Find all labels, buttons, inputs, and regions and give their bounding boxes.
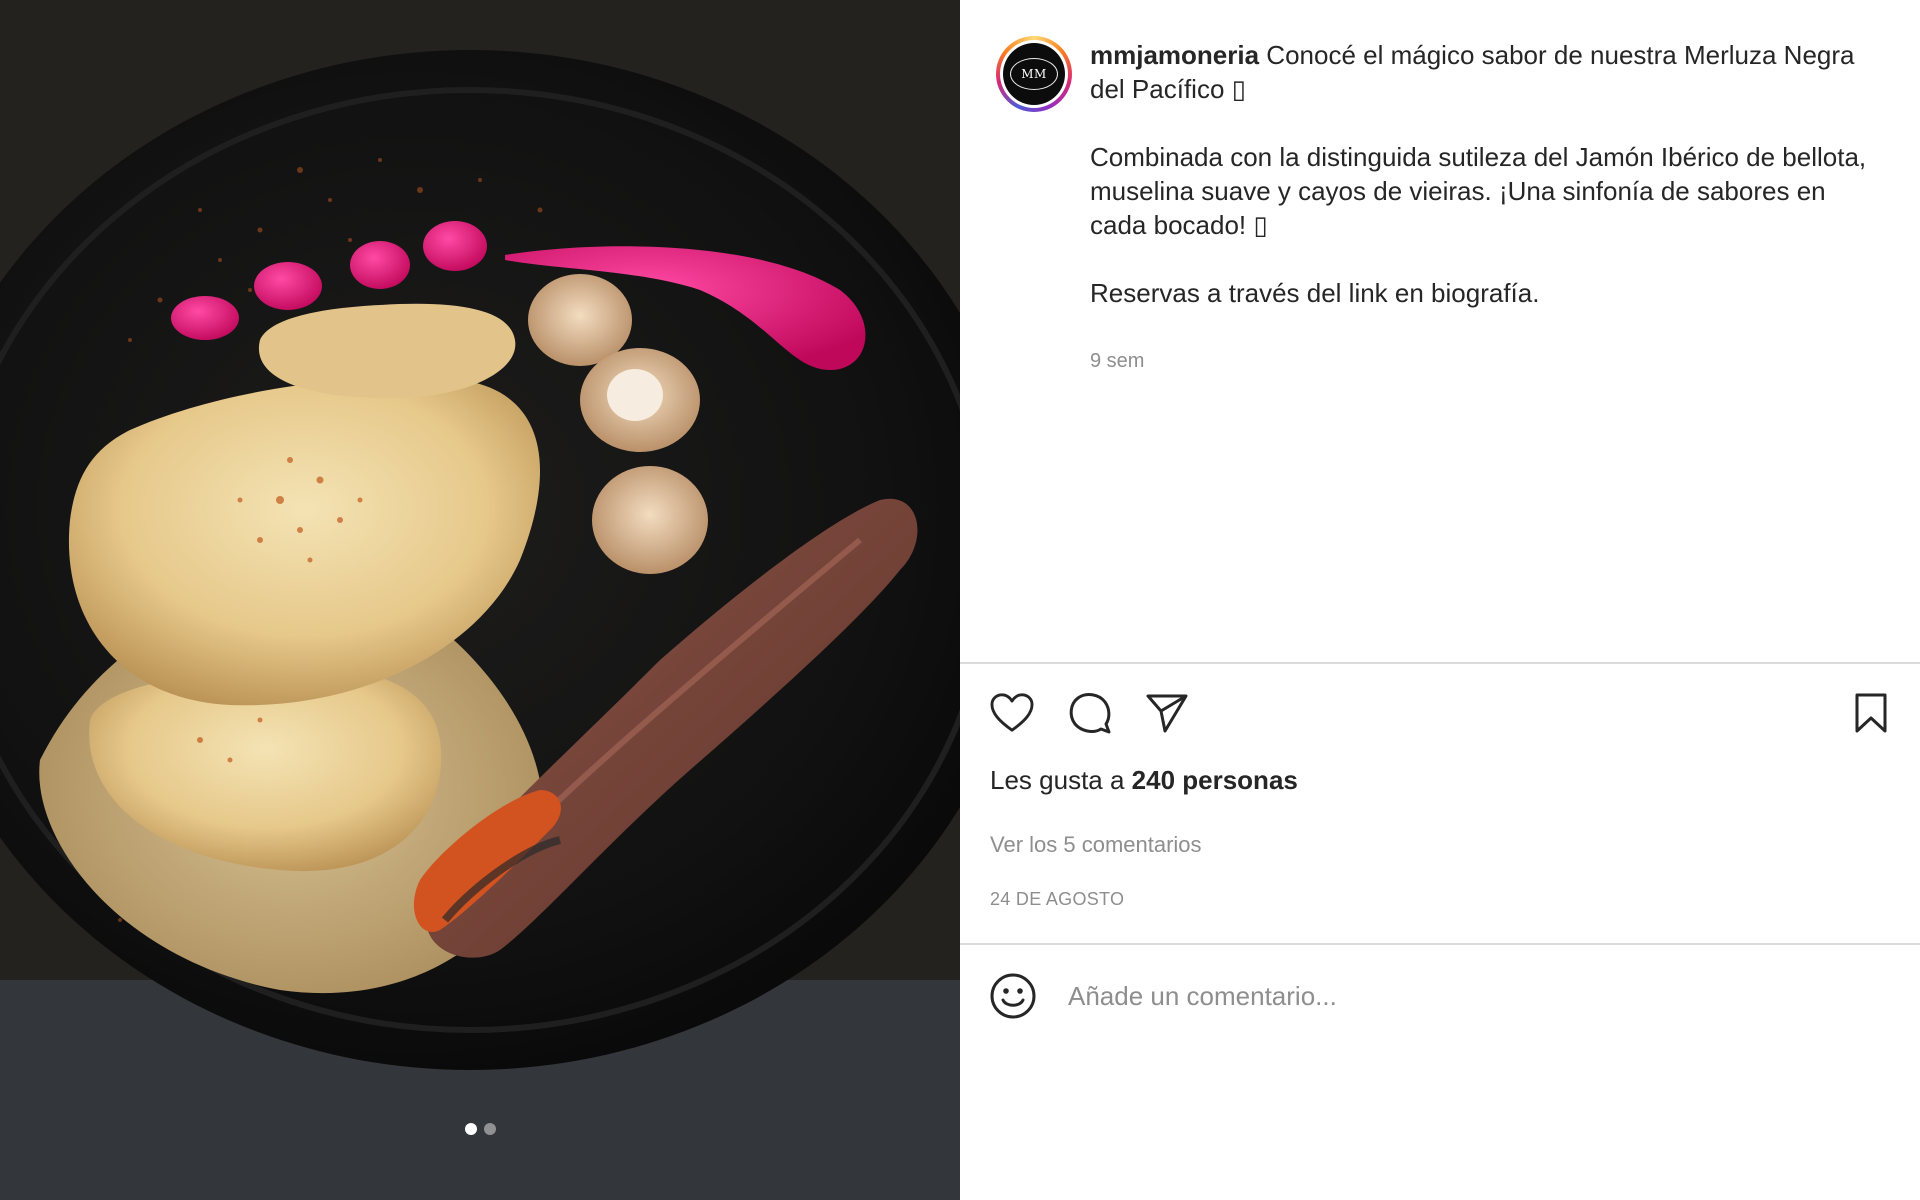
caption: mmjamoneria Conocé el mágico sabor de nu… bbox=[1090, 38, 1870, 310]
caption-timestamp: 9 sem bbox=[1090, 350, 1145, 372]
instagram-post: MM mmjamoneria Conocé el mágico sabor de… bbox=[0, 0, 1920, 1200]
likes-prefix: Les gusta a bbox=[990, 765, 1132, 795]
caption-paragraph: Reservas a través del link en biografía. bbox=[1090, 278, 1540, 308]
send-icon bbox=[1146, 694, 1188, 733]
username-link[interactable]: mmjamoneria bbox=[1090, 40, 1259, 70]
avatar-logo: MM bbox=[1010, 58, 1058, 90]
heart-icon bbox=[990, 693, 1034, 732]
comment-box bbox=[960, 945, 1920, 1043]
carousel-dot bbox=[483, 1123, 496, 1135]
bookmark-icon bbox=[1855, 693, 1887, 733]
view-comments-link[interactable]: Ver los 5 comentarios bbox=[990, 832, 1202, 858]
share-button[interactable] bbox=[1142, 688, 1192, 738]
save-button[interactable] bbox=[1846, 688, 1896, 738]
caption-paragraph: Combinada con la distinguida sutileza de… bbox=[1090, 142, 1867, 240]
avatar[interactable]: MM bbox=[1003, 43, 1065, 105]
action-bar bbox=[960, 688, 1920, 746]
post-panel: MM mmjamoneria Conocé el mágico sabor de… bbox=[960, 0, 1920, 1200]
caption-area: MM mmjamoneria Conocé el mágico sabor de… bbox=[960, 0, 1920, 662]
comment-icon bbox=[1069, 693, 1111, 734]
emoji-button[interactable] bbox=[988, 971, 1038, 1021]
like-button[interactable] bbox=[987, 688, 1037, 738]
comment-button[interactable] bbox=[1065, 688, 1115, 738]
comment-input[interactable] bbox=[1068, 973, 1868, 1019]
post-photo[interactable] bbox=[0, 0, 960, 1200]
carousel-indicator bbox=[0, 1123, 960, 1135]
caption-first-paragraph: mmjamoneria Conocé el mágico sabor de nu… bbox=[1090, 38, 1870, 106]
carousel-dot-active bbox=[464, 1123, 477, 1135]
likes-count[interactable]: Les gusta a 240 personas bbox=[990, 765, 1298, 796]
dish-image bbox=[0, 0, 960, 1200]
smiley-icon bbox=[990, 973, 1036, 1019]
divider bbox=[960, 662, 1920, 664]
likes-count-value: 240 personas bbox=[1131, 765, 1298, 795]
story-ring[interactable]: MM bbox=[996, 36, 1072, 112]
post-date: 24 DE AGOSTO bbox=[990, 889, 1125, 909]
